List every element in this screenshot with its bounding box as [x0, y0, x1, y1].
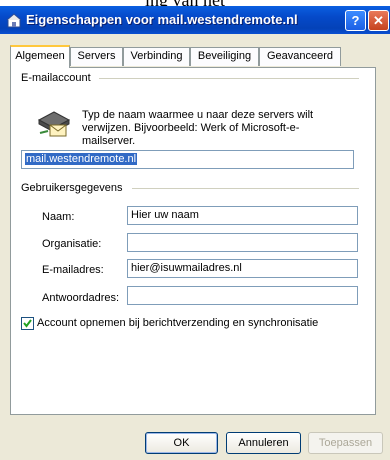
mail-account-icon — [37, 111, 71, 137]
tab-servers[interactable]: Servers — [70, 47, 123, 66]
organization-field[interactable] — [127, 233, 358, 252]
apply-button[interactable]: Toepassen — [308, 432, 383, 454]
include-account-label[interactable]: Account opnemen bij berichtverzending en… — [37, 317, 318, 329]
tab-algemeen[interactable]: Algemeen — [10, 45, 70, 68]
reply-address-label: Antwoordadres: — [42, 292, 120, 304]
mail-account-description: Typ de naam waarmee u naar deze servers … — [82, 109, 314, 147]
account-name-field[interactable]: mail.westendremote.nl — [21, 150, 354, 169]
reply-address-field[interactable] — [127, 286, 358, 305]
properties-dialog: Eigenschappen voor mail.westendremote.nl… — [0, 6, 390, 460]
divider — [99, 78, 359, 79]
tab-beveiliging[interactable]: Beveiliging — [190, 47, 259, 66]
account-name-value: mail.westendremote.nl — [25, 153, 138, 165]
divider — [132, 188, 359, 189]
tab-verbinding[interactable]: Verbinding — [123, 47, 190, 66]
name-label: Naam: — [42, 211, 75, 223]
window-title: Eigenschappen voor mail.westendremote.nl — [26, 12, 298, 27]
email-label: E-mailadres: — [42, 264, 104, 276]
tab-geavanceerd[interactable]: Geavanceerd — [259, 47, 341, 66]
user-info-heading: Gebruikersgegevens — [21, 182, 123, 194]
account-properties-icon — [6, 13, 22, 28]
cancel-button[interactable]: Annuleren — [226, 432, 301, 454]
mail-account-heading: E-mailaccount — [21, 72, 91, 84]
include-account-checkbox[interactable] — [21, 317, 34, 330]
tab-panel-algemeen: E-mailaccount Typ de naam waarmee u naar… — [10, 67, 376, 415]
name-field[interactable]: Hier uw naam — [127, 206, 358, 225]
checkmark-icon — [23, 319, 32, 328]
help-button[interactable]: ? — [345, 10, 366, 31]
ok-button[interactable]: OK — [145, 432, 218, 454]
email-field[interactable]: hier@isuwmailadres.nl — [127, 259, 358, 278]
organization-label: Organisatie: — [42, 238, 102, 250]
close-button[interactable]: ✕ — [368, 10, 389, 31]
title-bar[interactable]: Eigenschappen voor mail.westendremote.nl… — [0, 6, 390, 34]
